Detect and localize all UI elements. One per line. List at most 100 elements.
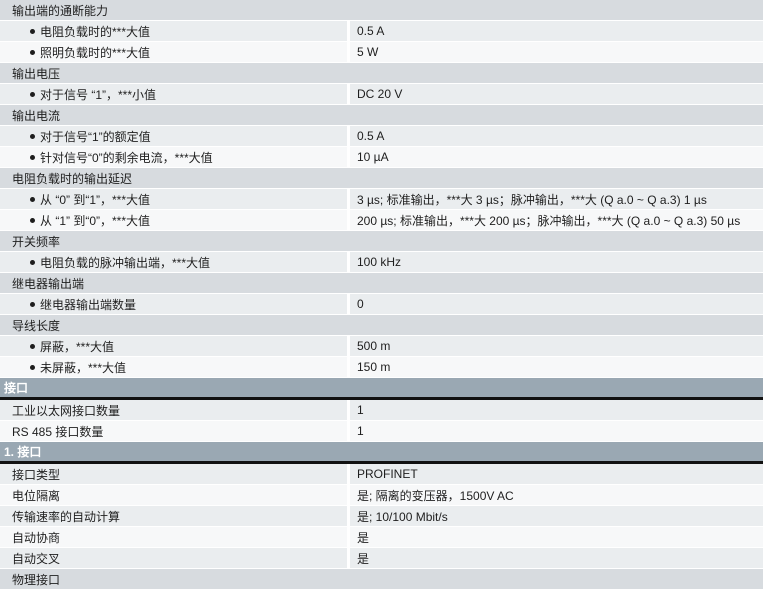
spec-label-text: 自动交叉 xyxy=(12,551,61,566)
spec-value: 1 xyxy=(350,400,763,420)
spec-row: 针对信号“0”的剩余电流，***大值 10 µA xyxy=(0,147,763,168)
spec-label: 自动交叉 xyxy=(0,548,347,568)
spec-label-text: 照明负载时的***大值 xyxy=(40,45,151,60)
group-header-label: 输出端的通断能力 xyxy=(0,0,347,20)
group-header-value-cell xyxy=(350,569,763,589)
spec-table: 输出端的通断能力 电阻负载时的***大值 0.5 A 照明负载时的***大值 5 W 输出… xyxy=(0,0,763,590)
spec-row: 电阻负载的脉冲输出端，***大值 100 kHz xyxy=(0,252,763,273)
group-header-row: 导线长度 xyxy=(0,315,763,336)
group-header-label: 继电器输出端 xyxy=(0,273,347,293)
spec-label-text: 电位隔离 xyxy=(12,488,61,503)
group-header-label: 导线长度 xyxy=(0,315,347,335)
section-header-label: 1. 接口 xyxy=(4,445,42,459)
spec-label: 从 “1” 到“0”，***大值 xyxy=(0,210,347,230)
spec-label-text: 从 “1” 到“0”，***大值 xyxy=(40,213,151,228)
spec-label: 未屏蔽，***大值 xyxy=(0,357,347,377)
spec-value: DC 20 V xyxy=(350,84,763,104)
group-header-row: 继电器输出端 xyxy=(0,273,763,294)
bullet-icon xyxy=(30,49,35,55)
spec-label-text: RS 485 接口数量 xyxy=(12,424,104,439)
spec-row: RS 485 接口数量 1 xyxy=(0,421,763,442)
bullet-icon xyxy=(30,196,35,202)
group-header-label: 电阻负载时的输出延迟 xyxy=(0,168,347,188)
bullet-icon xyxy=(30,154,35,160)
group-header-value-cell xyxy=(350,0,763,20)
spec-row: 对于信号“1”的额定值 0.5 A xyxy=(0,126,763,147)
spec-row: 照明负载时的***大值 5 W xyxy=(0,42,763,63)
group-header-text: 输出端的通断能力 xyxy=(12,3,109,18)
spec-label: 从 “0” 到“1”，***大值 xyxy=(0,189,347,209)
spec-row: 屏蔽，***大值 500 m xyxy=(0,336,763,357)
spec-label-text: 对于信号“1”的额定值 xyxy=(40,129,151,144)
group-header-text: 继电器输出端 xyxy=(12,276,85,291)
spec-row: 传输速率的自动计算 是; 10/100 Mbit/s xyxy=(0,506,763,527)
group-header-text: 开关频率 xyxy=(12,234,61,249)
group-header-value-cell xyxy=(350,168,763,188)
group-header-text: 导线长度 xyxy=(12,318,61,333)
spec-label: 屏蔽，***大值 xyxy=(0,336,347,356)
spec-label-text: 工业以太网接口数量 xyxy=(12,403,121,418)
spec-label: 工业以太网接口数量 xyxy=(0,400,347,420)
spec-value: 5 W xyxy=(350,42,763,62)
spec-value: 150 m xyxy=(350,357,763,377)
group-header-row: 输出端的通断能力 xyxy=(0,0,763,21)
section-header-label: 接口 xyxy=(4,381,29,395)
bullet-icon xyxy=(30,364,35,370)
spec-label: 传输速率的自动计算 xyxy=(0,506,347,526)
group-header-text: 电阻负载时的输出延迟 xyxy=(12,171,133,186)
group-header-value-cell xyxy=(350,63,763,83)
spec-label: 接口类型 xyxy=(0,464,347,484)
spec-label: 电阻负载时的***大值 xyxy=(0,21,347,41)
group-header-value-cell xyxy=(350,315,763,335)
spec-label: 针对信号“0”的剩余电流，***大值 xyxy=(0,147,347,167)
spec-value: 是 xyxy=(350,548,763,568)
spec-label-text: 未屏蔽，***大值 xyxy=(40,360,127,375)
spec-row: 继电器输出端数量 0 xyxy=(0,294,763,315)
spec-label: 对于信号“1”的额定值 xyxy=(0,126,347,146)
group-header-text: 输出电流 xyxy=(12,108,61,123)
section-header-row: 1. 接口 xyxy=(0,442,763,464)
spec-value: 500 m xyxy=(350,336,763,356)
spec-label: 继电器输出端数量 xyxy=(0,294,347,314)
spec-label-text: 自动协商 xyxy=(12,530,61,545)
group-header-row: 电阻负载时的输出延迟 xyxy=(0,168,763,189)
spec-label-text: 电阻负载的脉冲输出端，***大值 xyxy=(40,255,211,270)
spec-row: 电位隔离 是; 隔离的变压器，1500V AC xyxy=(0,485,763,506)
bullet-icon xyxy=(30,343,35,349)
spec-label: 电阻负载的脉冲输出端，***大值 xyxy=(0,252,347,272)
group-header-row: 物理接口 xyxy=(0,569,763,590)
spec-row: 从 “0” 到“1”，***大值 3 µs; 标准输出，***大 3 µs；脉冲输… xyxy=(0,189,763,210)
group-header-value-cell xyxy=(350,231,763,251)
spec-value: 1 xyxy=(350,421,763,441)
spec-value: 200 µs; 标准输出，***大 200 µs；脉冲输出，***大 (Q a.… xyxy=(350,210,763,230)
group-header-label: 开关频率 xyxy=(0,231,347,251)
bullet-icon xyxy=(30,28,35,34)
group-header-text: 物理接口 xyxy=(12,572,61,587)
group-header-label: 输出电流 xyxy=(0,105,347,125)
group-header-label: 输出电压 xyxy=(0,63,347,83)
spec-value: 10 µA xyxy=(350,147,763,167)
spec-label: 自动协商 xyxy=(0,527,347,547)
spec-row: 自动交叉 是 xyxy=(0,548,763,569)
spec-label-text: 接口类型 xyxy=(12,467,61,482)
spec-label-text: 针对信号“0”的剩余电流，***大值 xyxy=(40,150,213,165)
spec-label: 对于信号 “1”，***小值 xyxy=(0,84,347,104)
bullet-icon xyxy=(30,133,35,139)
spec-label-text: 继电器输出端数量 xyxy=(40,297,137,312)
bullet-icon xyxy=(30,91,35,97)
spec-row: 自动协商 是 xyxy=(0,527,763,548)
spec-label-text: 屏蔽，***大值 xyxy=(40,339,115,354)
spec-label-text: 对于信号 “1”，***小值 xyxy=(40,87,157,102)
spec-row: 电阻负载时的***大值 0.5 A xyxy=(0,21,763,42)
group-header-row: 输出电流 xyxy=(0,105,763,126)
section-header-row: 接口 xyxy=(0,378,763,400)
bullet-icon xyxy=(30,301,35,307)
spec-label-text: 传输速率的自动计算 xyxy=(12,509,121,524)
group-header-row: 开关频率 xyxy=(0,231,763,252)
group-header-row: 输出电压 xyxy=(0,63,763,84)
spec-value: 0 xyxy=(350,294,763,314)
spec-row: 工业以太网接口数量 1 xyxy=(0,400,763,421)
group-header-value-cell xyxy=(350,273,763,293)
spec-label: 电位隔离 xyxy=(0,485,347,505)
group-header-label: 物理接口 xyxy=(0,569,347,589)
